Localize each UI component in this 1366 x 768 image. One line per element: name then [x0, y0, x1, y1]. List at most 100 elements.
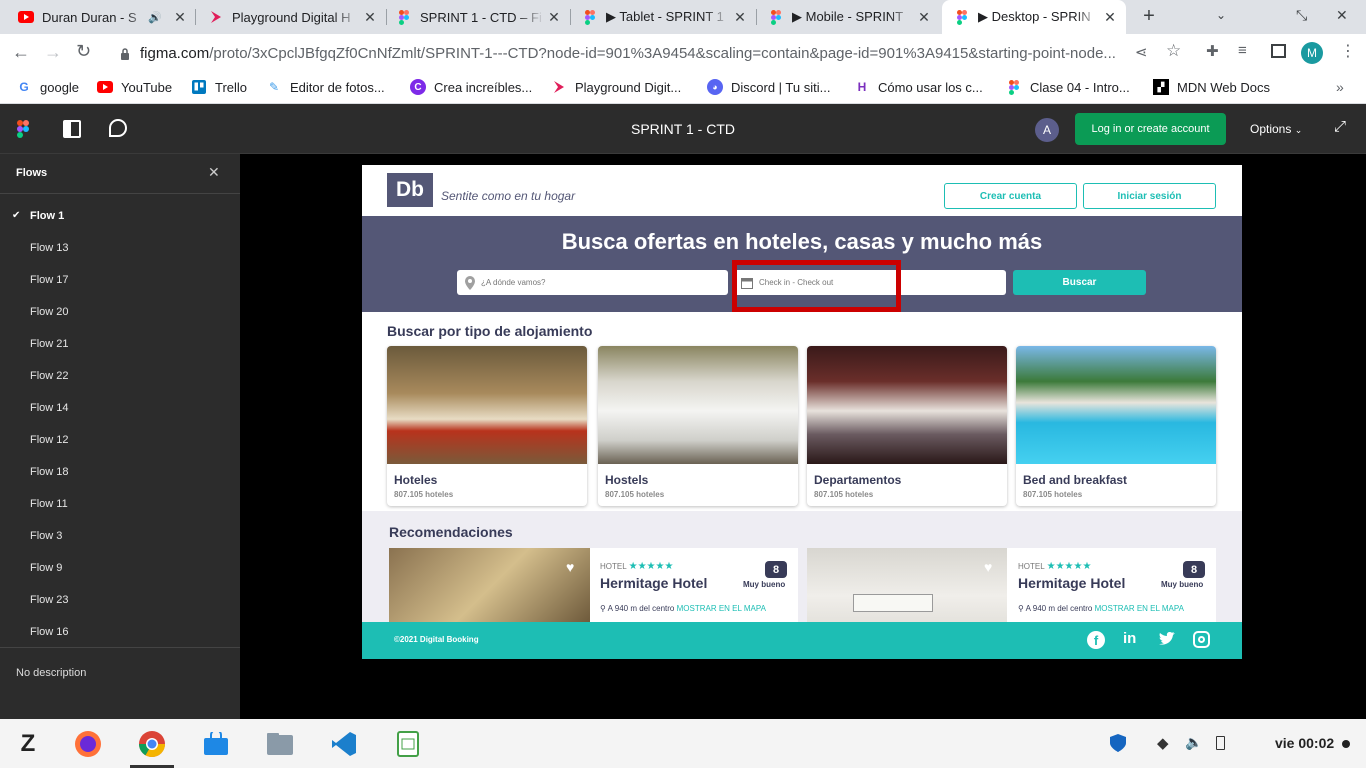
media-control-icon[interactable]: ≡	[1238, 42, 1247, 59]
heart-icon[interactable]: ♥	[984, 559, 992, 575]
extensions-icon[interactable]: ✚	[1206, 42, 1219, 60]
create-account-button[interactable]: Crear cuenta	[944, 183, 1077, 209]
close-tab-icon[interactable]: ✕	[914, 9, 934, 26]
share-icon[interactable]: ⋖	[1135, 43, 1148, 61]
avatar[interactable]: A	[1035, 118, 1059, 142]
profile-avatar[interactable]: M	[1301, 42, 1323, 64]
close-panel-icon[interactable]: ✕	[208, 164, 220, 181]
flow-item[interactable]: Flow 11	[30, 498, 68, 510]
software-store-icon[interactable]	[201, 729, 231, 759]
login-button[interactable]: Iniciar sesión	[1083, 183, 1216, 209]
bookmark-youtube[interactable]: YouTube	[97, 72, 172, 102]
close-window-icon[interactable]: ✕	[1336, 7, 1348, 24]
recommendation-card[interactable]: ♥ HOTEL ★★★★★ Hermitage Hotel 8 Muy buen…	[807, 548, 1216, 628]
bookmark-photo-editor[interactable]: ✎ Editor de fotos...	[266, 72, 385, 102]
youtube-icon	[18, 9, 34, 25]
tab-search-icon[interactable]: ⌄	[1216, 8, 1226, 22]
flow-item[interactable]: Flow 3	[30, 530, 62, 542]
bookmark-trello[interactable]: Trello	[191, 72, 247, 102]
files-icon[interactable]	[265, 729, 295, 759]
back-icon[interactable]: ←	[12, 42, 30, 63]
volume-icon[interactable]: 🔈	[1185, 734, 1202, 751]
facebook-icon[interactable]: f	[1087, 631, 1105, 649]
close-tab-icon[interactable]: ✕	[1100, 9, 1120, 26]
close-tab-icon[interactable]: ✕	[544, 9, 564, 26]
more-bookmarks-icon[interactable]: »	[1336, 72, 1344, 102]
chrome-icon[interactable]	[137, 729, 167, 759]
flow-item[interactable]: Flow 1	[30, 210, 64, 222]
bookmark-clase[interactable]: Clase 04 - Intro...	[1006, 72, 1130, 102]
spreadsheet-icon[interactable]	[393, 729, 423, 759]
category-card-departamentos[interactable]: Departamentos 807.105 hoteles	[807, 346, 1007, 506]
recommendation-card[interactable]: ♥ HOTEL ★★★★★ Hermitage Hotel 8 Muy buen…	[389, 548, 798, 628]
bookmark-mdn[interactable]: ▞ MDN Web Docs	[1153, 72, 1270, 102]
twitter-icon[interactable]	[1158, 631, 1176, 652]
flow-item[interactable]: Flow 14	[30, 402, 69, 414]
close-tab-icon[interactable]: ✕	[360, 9, 380, 26]
category-title: Hostels	[605, 473, 649, 487]
flow-item[interactable]: Flow 17	[30, 274, 69, 286]
tab-desktop-active[interactable]: ▶ Desktop - SPRIN ✕	[942, 0, 1126, 34]
vscode-icon[interactable]	[329, 729, 359, 759]
zorin-menu-icon[interactable]: Z	[13, 729, 43, 759]
forward-icon[interactable]: →	[44, 42, 62, 63]
restore-window-icon[interactable]: ⤡	[1296, 7, 1307, 24]
new-tab-icon[interactable]: +	[1138, 5, 1160, 27]
figma-logo-icon[interactable]	[17, 120, 29, 143]
wifi-icon[interactable]: ◆	[1157, 734, 1169, 752]
bookmark-discord[interactable]: ◕ Discord | Tu siti...	[707, 72, 830, 102]
flow-item[interactable]: Flow 13	[30, 242, 69, 254]
close-tab-icon[interactable]: ✕	[170, 9, 190, 26]
flow-item[interactable]: Flow 21	[30, 338, 69, 350]
flow-item[interactable]: Flow 16	[30, 626, 69, 638]
site-logo[interactable]: Db	[387, 173, 433, 207]
canva-icon: C	[410, 79, 426, 95]
login-button[interactable]: Log in or create account	[1075, 113, 1226, 145]
shield-icon[interactable]	[1109, 733, 1127, 758]
flow-item[interactable]: Flow 22	[30, 370, 69, 382]
bookmark-star-icon[interactable]: ☆	[1166, 41, 1181, 61]
flow-item[interactable]: Flow 20	[30, 306, 69, 318]
flow-description: No description	[16, 667, 87, 679]
linkedin-icon[interactable]: in	[1123, 630, 1136, 647]
tab-tablet[interactable]: ▶ Tablet - SPRINT 1 ✕	[570, 0, 756, 34]
tab-figma-file[interactable]: SPRINT 1 - CTD – Fi ✕	[384, 0, 570, 34]
options-menu[interactable]: Options ⌄	[1250, 122, 1302, 136]
bookmark-google[interactable]: Ggoogle	[16, 72, 79, 102]
bookmark-playground[interactable]: Playground Digit...	[551, 72, 681, 102]
show-map-link[interactable]: MOSTRAR EN EL MAPA	[1095, 604, 1184, 613]
instagram-icon[interactable]	[1193, 631, 1210, 648]
clock[interactable]: vie 00:02	[1275, 735, 1334, 751]
bookmark-label: google	[40, 79, 80, 95]
search-button[interactable]: Buscar	[1013, 270, 1146, 295]
address-bar[interactable]: figma.com /proto/3xCpclJBfgqZf0CnNfZmlt/…	[108, 37, 1196, 69]
category-card-bed-and-breakfast[interactable]: Bed and breakfast 807.105 hoteles	[1016, 346, 1216, 506]
bookmark-canva[interactable]: C Crea increíbles...	[410, 72, 532, 102]
hero-title: Busca ofertas en hoteles, casas y mucho …	[561, 229, 1043, 254]
flow-item[interactable]: Flow 9	[30, 562, 62, 574]
firefox-icon[interactable]	[73, 729, 103, 759]
reload-icon[interactable]: ↻	[76, 41, 91, 62]
fullscreen-icon[interactable]: ⤢	[1334, 118, 1346, 135]
flow-item[interactable]: Flow 12	[30, 434, 69, 446]
tab-youtube[interactable]: Duran Duran - S 🔊 ✕	[6, 0, 196, 34]
side-panel-icon[interactable]	[1271, 44, 1286, 58]
speaker-icon[interactable]: 🔊	[148, 11, 162, 24]
comment-icon[interactable]	[109, 119, 127, 137]
flows-title: Flows	[16, 167, 48, 179]
flow-item[interactable]: Flow 23	[30, 594, 69, 606]
tab-playground[interactable]: Playground Digital H ✕	[196, 0, 386, 34]
show-map-link[interactable]: MOSTRAR EN EL MAPA	[677, 604, 766, 613]
bookmark-label: MDN Web Docs	[1177, 79, 1270, 95]
category-card-hostels[interactable]: Hostels 807.105 hoteles	[598, 346, 798, 506]
destination-input[interactable]: ¿A dónde vamos?	[457, 270, 728, 295]
sidebar-toggle-icon[interactable]	[63, 120, 81, 138]
battery-icon[interactable]	[1216, 736, 1225, 750]
menu-kebab-icon[interactable]: ⋮	[1340, 41, 1356, 61]
close-tab-icon[interactable]: ✕	[730, 9, 750, 26]
tab-mobile[interactable]: ▶ Mobile - SPRINT ✕	[756, 0, 940, 34]
bookmark-hackernoon[interactable]: H Cómo usar los c...	[854, 72, 983, 102]
category-card-hoteles[interactable]: Hoteles 807.105 hoteles	[387, 346, 587, 506]
heart-icon[interactable]: ♥	[566, 559, 574, 575]
flow-item[interactable]: Flow 18	[30, 466, 69, 478]
